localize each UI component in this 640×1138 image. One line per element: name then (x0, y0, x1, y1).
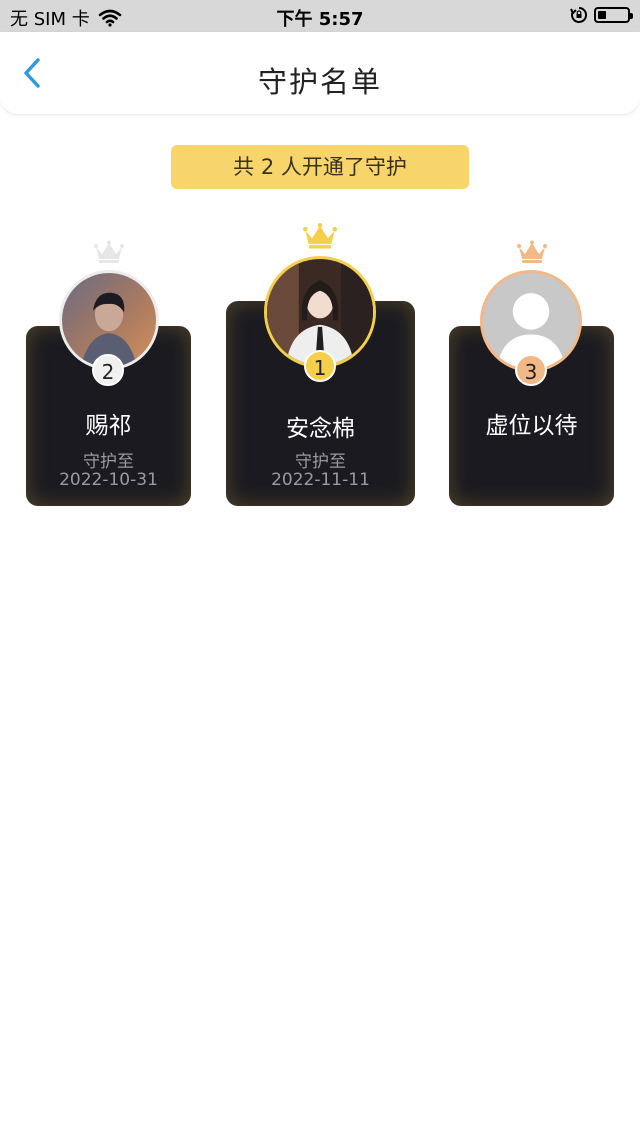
guard-until-label: 守护至 (295, 452, 346, 472)
guardian-name: 赐祁 (85, 413, 132, 439)
guard-until-label: 守护至 (83, 452, 134, 472)
battery-icon (594, 7, 633, 23)
silver-crown-icon (94, 240, 124, 263)
guardian-name: 虚位以待 (485, 413, 578, 439)
nav-bar: 守护名单 (0, 32, 640, 115)
rank-badge: 3 (515, 354, 547, 386)
guard-until-date: 2022-10-31 (59, 470, 158, 490)
rank-badge: 1 (304, 350, 336, 382)
guardian-count-banner: 共 2 人开通了守护 (171, 145, 469, 189)
status-bar: 无 SIM 卡 下午 5:57 (0, 0, 640, 32)
status-right (570, 6, 633, 24)
rank-badge: 2 (92, 354, 124, 386)
guard-until-date: 2022-11-11 (271, 470, 370, 490)
bronze-crown-icon (517, 240, 547, 263)
status-time: 下午 5:57 (276, 9, 364, 30)
guardian-name: 安念棉 (286, 416, 355, 442)
gold-crown-icon (303, 222, 337, 249)
page-title: 守护名单 (257, 65, 382, 99)
rotation-lock-icon (570, 6, 588, 23)
